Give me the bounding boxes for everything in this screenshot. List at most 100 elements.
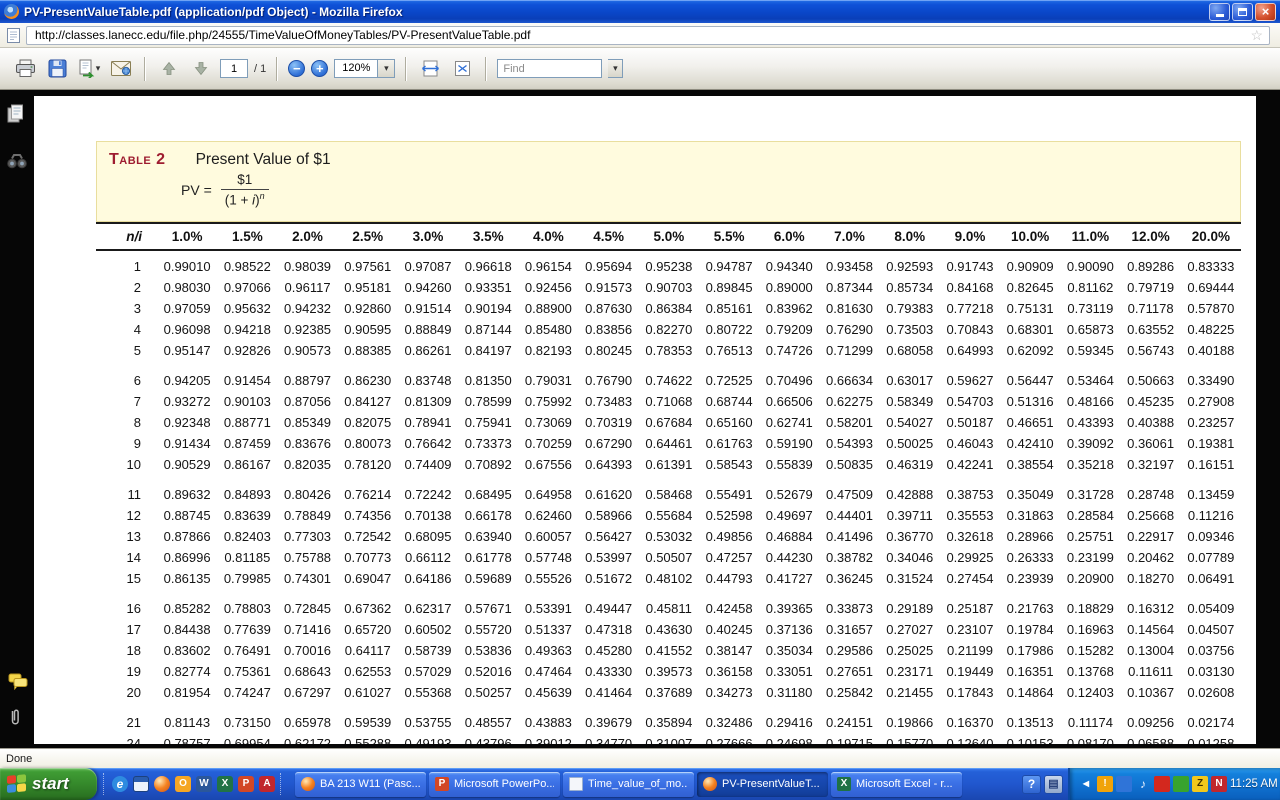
table-cell: 0.35049	[1000, 484, 1060, 505]
next-page-button[interactable]	[188, 55, 214, 83]
zoom-level-select[interactable]: 120% ▾	[334, 59, 395, 78]
table-cell: 0.33051	[759, 661, 819, 682]
quicklaunch-word-icon[interactable]: W	[196, 776, 212, 792]
tray-update-icon[interactable]: !	[1097, 776, 1113, 792]
find-caret-icon: ▾	[613, 64, 618, 73]
table-cell: 0.40188	[1181, 340, 1241, 361]
quicklaunch-powerpoint-icon[interactable]: P	[238, 776, 254, 792]
table-cell: 0.22917	[1121, 526, 1181, 547]
table-cell: 0.50025	[880, 433, 940, 454]
start-button[interactable]: start	[0, 768, 97, 800]
quick-launch-handle[interactable]	[103, 773, 107, 795]
table-cell: 0.34046	[880, 547, 940, 568]
fit-width-button[interactable]	[417, 55, 443, 83]
tray-zonealarm-icon[interactable]: Z	[1192, 776, 1208, 792]
print-button[interactable]	[12, 55, 38, 83]
zoom-in-button[interactable]: +	[311, 60, 328, 77]
table-cell: 0.90103	[217, 391, 277, 412]
taskbar-task-ba213[interactable]: BA 213 W11 (Pasc...	[295, 772, 426, 797]
table-cell: 0.65978	[277, 712, 337, 733]
table-cell: 0.98039	[277, 256, 337, 277]
table-cell: 0.89000	[759, 277, 819, 298]
table-row: 110.896320.848930.804260.762140.722420.6…	[96, 484, 1241, 505]
close-button[interactable]: ×	[1255, 3, 1276, 21]
table-cell: 0.60057	[518, 526, 578, 547]
table-cell: 0.13768	[1060, 661, 1120, 682]
taskbar-task-timevalue[interactable]: Time_value_of_mo...	[563, 772, 694, 797]
taskbar-task-excel[interactable]: X Microsoft Excel - r...	[831, 772, 962, 797]
table-cell: 0.69047	[338, 568, 398, 589]
url-input[interactable]	[33, 27, 1244, 43]
table-cell: 0.79985	[217, 568, 277, 589]
zoom-out-button[interactable]: −	[288, 60, 305, 77]
search-panel-button[interactable]	[7, 153, 27, 174]
tray-security-icon[interactable]	[1154, 776, 1170, 792]
email-button[interactable]	[108, 55, 134, 83]
taskbar-task-pv-presentvalue[interactable]: PV-PresentValueT...	[697, 772, 828, 797]
pages-panel-button[interactable]	[7, 104, 27, 129]
column-header: 4.5%	[579, 223, 639, 250]
table-cell: 15	[96, 568, 157, 589]
previous-page-button[interactable]	[156, 55, 182, 83]
tray-network-icon[interactable]	[1116, 776, 1132, 792]
taskbar-input-panel-button[interactable]: ▤	[1044, 775, 1063, 794]
table-cell: 0.44793	[699, 568, 759, 589]
tray-volume-icon[interactable]: ♪	[1135, 776, 1151, 792]
table-cell: 0.55491	[699, 484, 759, 505]
table-row: 150.861350.799850.743010.690470.641860.5…	[96, 568, 1241, 589]
tray-messenger-icon[interactable]	[1173, 776, 1189, 792]
table-cell: 0.75361	[217, 661, 277, 682]
attachments-panel-button[interactable]	[8, 707, 28, 732]
table-cell: 0.62275	[819, 391, 879, 412]
table-cell: 0.94218	[217, 319, 277, 340]
table-cell: 0.85161	[699, 298, 759, 319]
table-cell: 0.90703	[639, 277, 699, 298]
table-cell: 0.46319	[880, 454, 940, 475]
quicklaunch-excel-icon[interactable]: X	[217, 776, 233, 792]
maximize-button[interactable]	[1232, 3, 1253, 21]
table-cell: 6	[96, 370, 157, 391]
table-cell: 0.45280	[579, 640, 639, 661]
column-header: 1.0%	[157, 223, 217, 250]
table-cell: 0.06588	[1121, 733, 1181, 744]
quicklaunch-acrobat-icon[interactable]: A	[259, 776, 275, 792]
find-options-button[interactable]: ▾	[608, 59, 623, 78]
table-cell: 16	[96, 598, 157, 619]
table-cell: 0.71416	[277, 619, 337, 640]
table-cell: 0.95147	[157, 340, 217, 361]
find-input[interactable]	[497, 59, 602, 78]
tray-hide-icons-button[interactable]: ◀	[1078, 776, 1094, 792]
table-cell: 0.90529	[157, 454, 217, 475]
table-cell: 0.50835	[819, 454, 879, 475]
table-cell: 0.78803	[217, 598, 277, 619]
table-cell: 0.19784	[1000, 619, 1060, 640]
table-cell: 0.94787	[699, 256, 759, 277]
start-label: start	[32, 774, 69, 794]
quicklaunch-ie-icon[interactable]: e	[112, 776, 128, 792]
quicklaunch-show-desktop-icon[interactable]	[133, 776, 149, 792]
zoom-level-value: 120%	[335, 60, 377, 77]
table-cell: 0.83676	[277, 433, 337, 454]
quick-launch-handle[interactable]	[280, 773, 284, 795]
export-button[interactable]: ▾	[76, 55, 102, 83]
taskbar-help-button[interactable]: ?	[1022, 775, 1041, 794]
bookmark-star-icon[interactable]: ☆	[1250, 28, 1263, 42]
minimize-button[interactable]	[1209, 3, 1230, 21]
tray-norton-icon[interactable]: N	[1211, 776, 1227, 792]
table-cell: 0.27651	[819, 661, 879, 682]
save-button[interactable]	[44, 55, 70, 83]
taskbar-task-powerpoint[interactable]: P Microsoft PowerPo...	[429, 772, 560, 797]
table-cell: 0.31524	[880, 568, 940, 589]
quicklaunch-outlook-icon[interactable]: O	[175, 776, 191, 792]
url-field[interactable]: ☆	[26, 26, 1270, 45]
quicklaunch-firefox-icon[interactable]	[154, 776, 170, 792]
fit-page-button[interactable]	[449, 55, 475, 83]
pdf-viewer: Table 2 Present Value of $1 PV = $1 (1 +…	[0, 90, 1280, 748]
table-cell: 0.16351	[1000, 661, 1060, 682]
page-number-input[interactable]	[220, 59, 248, 78]
table-cell: 0.86261	[398, 340, 458, 361]
comments-panel-button[interactable]	[8, 673, 28, 695]
table-cell: 1	[96, 256, 157, 277]
table-cell: 0.46884	[759, 526, 819, 547]
table-cell: 0.56743	[1121, 340, 1181, 361]
